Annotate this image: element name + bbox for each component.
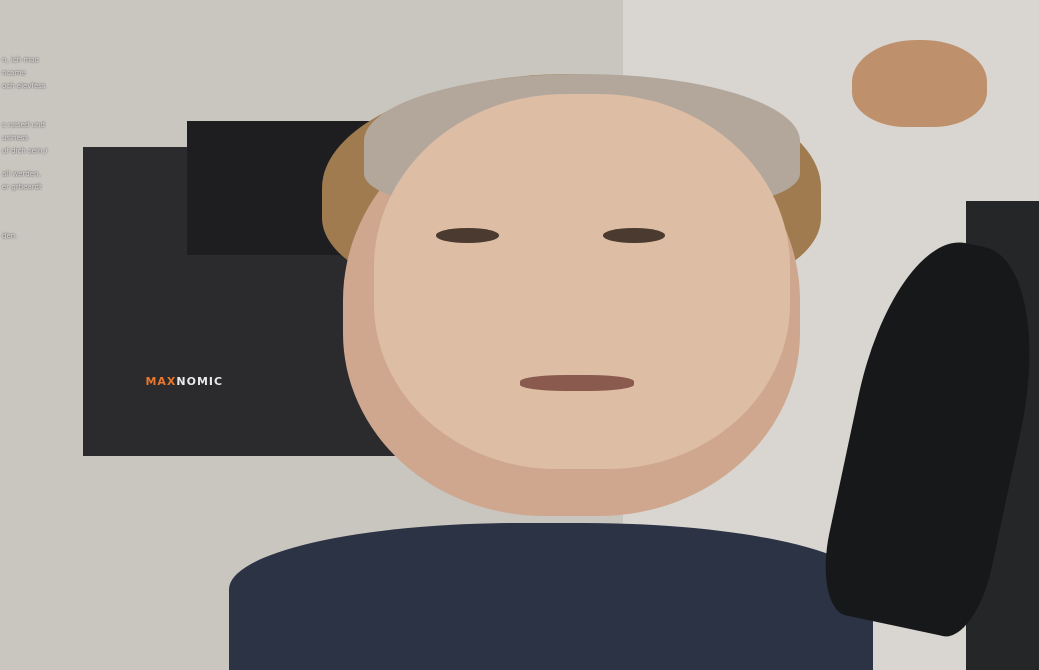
preview-final-frame: 最终画面 n, ich mao ncame och elevfess s rai… <box>780 421 1039 670</box>
preview-row: 源画面 n, ich mao ncame och elevfess s rais… <box>0 421 1039 670</box>
deepfacelive-window: 文件源 482 帧率 图片文件夹 视频文件 \DeepFaceLive\twit… <box>0 0 1039 670</box>
preview-final-frame-image[interactable]: n, ich mao ncame och elevfess s raised u… <box>780 421 1039 670</box>
